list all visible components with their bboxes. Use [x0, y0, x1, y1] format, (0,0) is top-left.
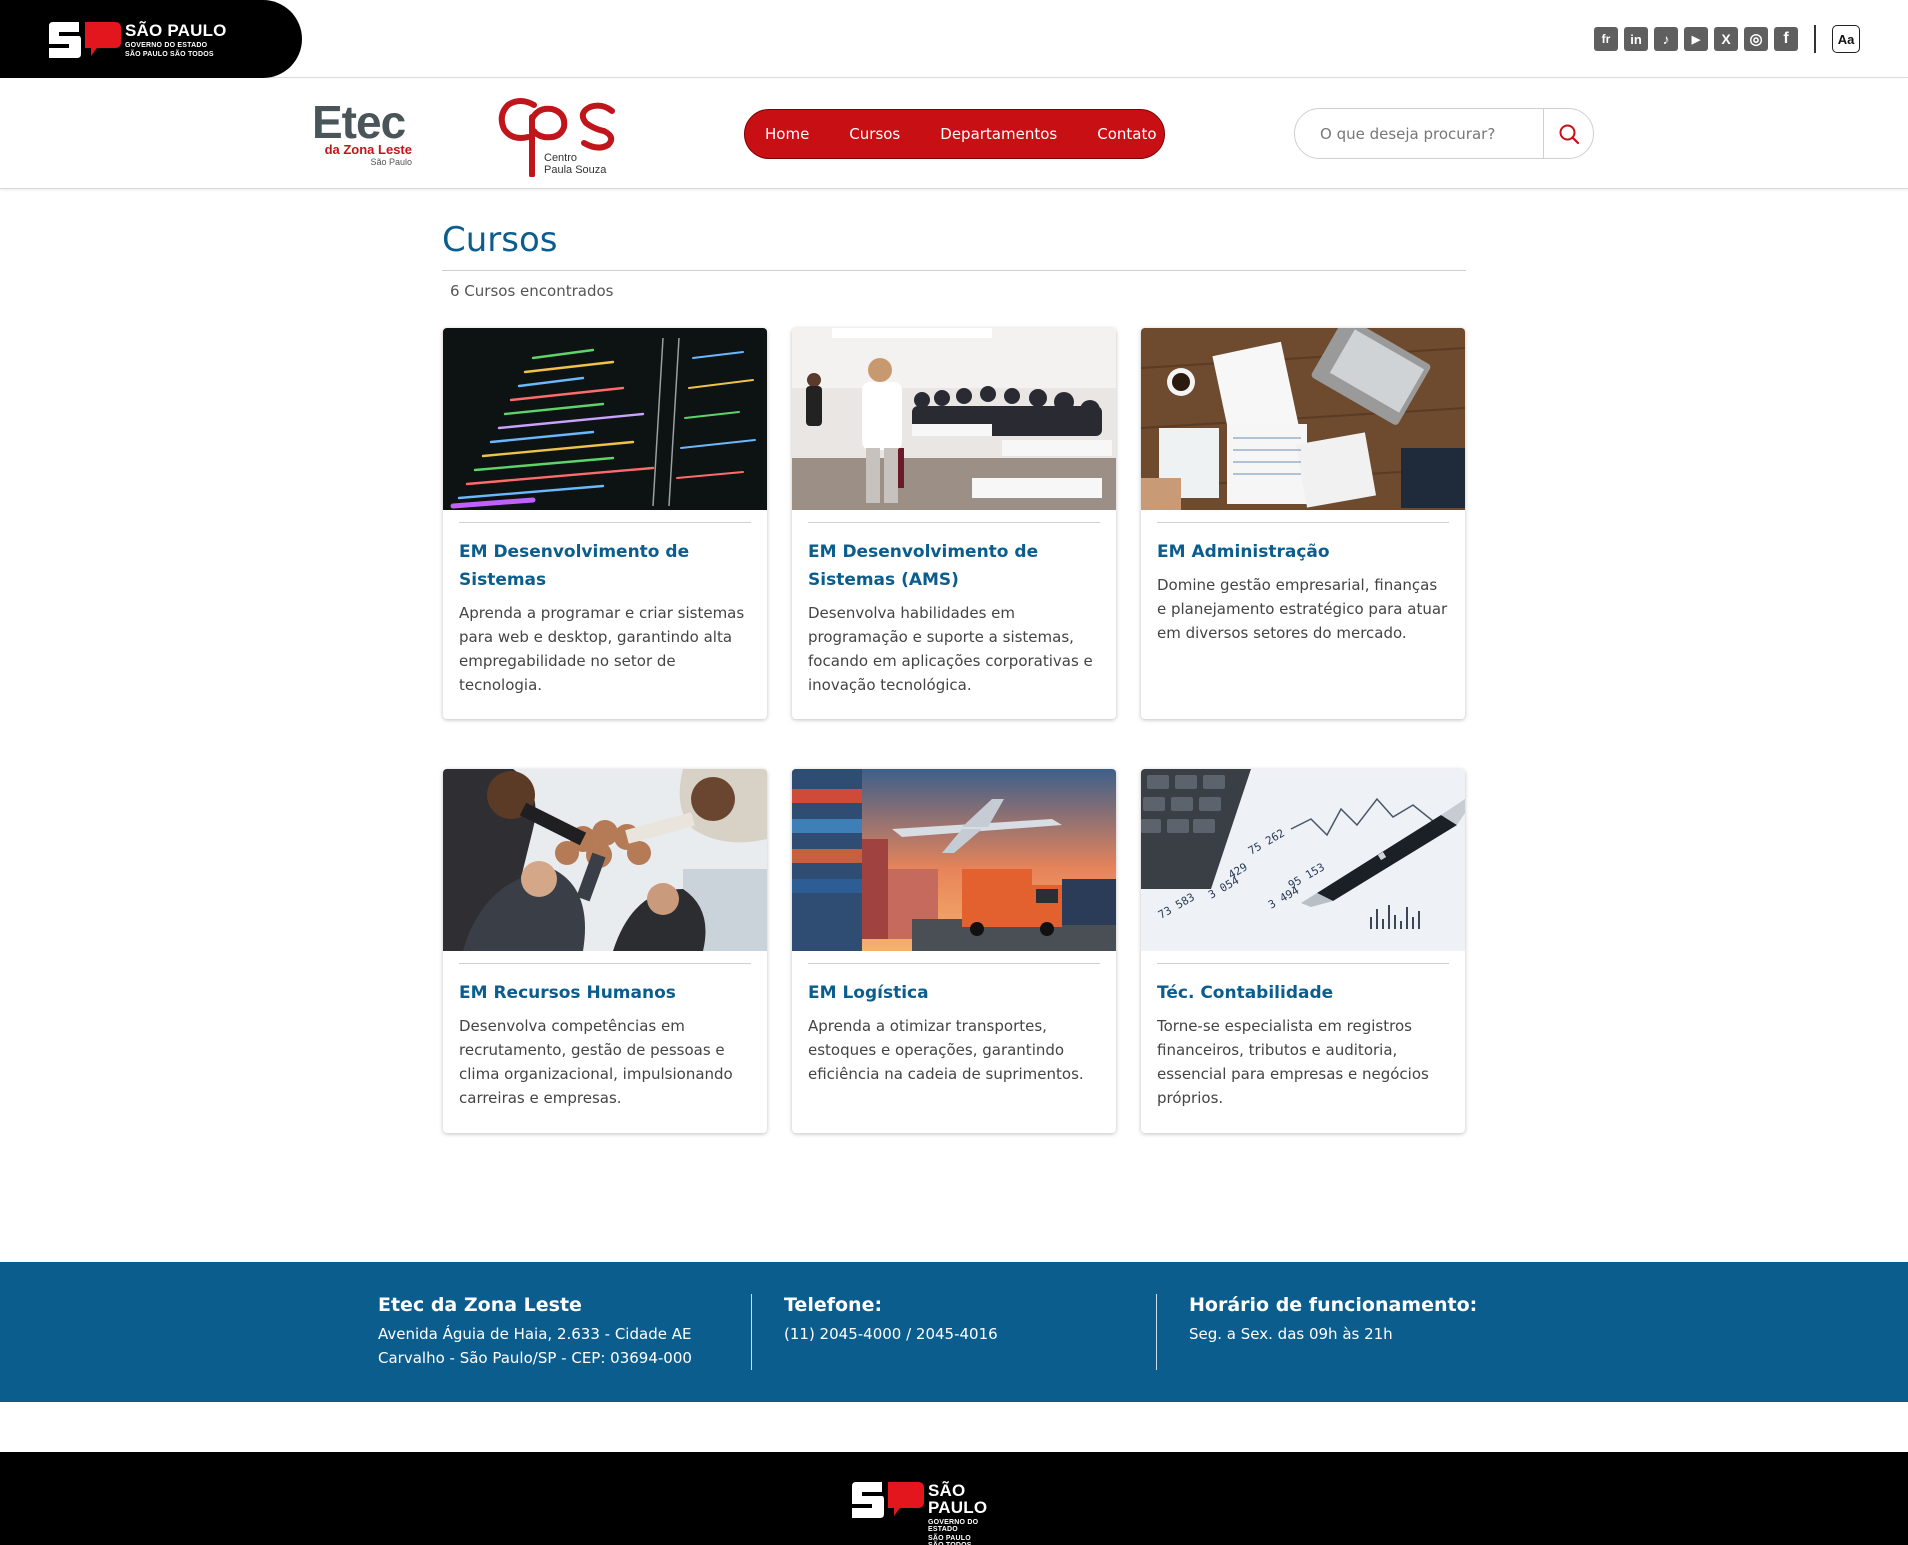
nav-cursos[interactable]: Cursos — [849, 125, 900, 143]
course-card[interactable]: EM Recursos Humanos Desenvolva competênc… — [443, 769, 767, 1133]
footer-address-line2: Carvalho - São Paulo/SP - CEP: 03694-000 — [378, 1349, 692, 1367]
course-image-business — [1141, 328, 1465, 510]
toolbar-divider — [1814, 25, 1816, 53]
course-title[interactable]: Téc. Contabilidade — [1157, 979, 1449, 1007]
card-divider — [808, 522, 1100, 523]
nav-departamentos[interactable]: Departamentos — [940, 125, 1057, 143]
gov-title: SÃO PAULO — [928, 1481, 988, 1517]
gov-bottom-bar: SÃO PAULO GOVERNO DO ESTADO SÃO PAULO SÃ… — [0, 1452, 1908, 1545]
gov-slogan: SÃO PAULO SÃO TODOS — [125, 51, 214, 58]
footer-hours-title: Horário de funcionamento: — [1189, 1294, 1478, 1316]
etec-logo-city: São Paulo — [370, 157, 412, 167]
course-description: Aprenda a programar e criar sistemas par… — [459, 604, 745, 694]
search-icon — [1559, 124, 1579, 144]
title-divider — [442, 270, 1466, 271]
footer-phone: Telefone: (11) 2045-4000 / 2045-4016 — [784, 1294, 998, 1346]
course-description: Desenvolva competências em recrutamento,… — [459, 1017, 733, 1107]
cps-logo-mark-icon: Centro Paula Souza — [498, 98, 615, 178]
site-footer: Etec da Zona Leste Avenida Águia de Haia… — [0, 1262, 1908, 1402]
linkedin-icon[interactable]: in — [1624, 27, 1648, 51]
footer-address: Etec da Zona Leste Avenida Águia de Haia… — [378, 1294, 692, 1370]
course-card[interactable]: 3 054 429 75 262 3 494 95 153 73 583 Téc… — [1141, 769, 1465, 1133]
course-description: Domine gestão empresarial, finanças e pl… — [1157, 576, 1448, 642]
course-image-classroom — [792, 328, 1116, 510]
cps-logo-text1: Centro — [544, 152, 577, 164]
sp-logo-mark-icon — [852, 1482, 924, 1518]
course-description: Aprenda a otimizar transportes, estoques… — [808, 1017, 1084, 1083]
nav-home[interactable]: Home — [765, 125, 809, 143]
search-input[interactable] — [1295, 109, 1543, 158]
page-title: Cursos — [442, 220, 558, 260]
footer-address-line1: Avenida Águia de Haia, 2.633 - Cidade AE — [378, 1325, 692, 1343]
gov-subtitle: GOVERNO DO ESTADO — [125, 42, 208, 49]
course-title[interactable]: EM Desenvolvimento de Sistemas — [459, 538, 751, 594]
etec-logo[interactable]: Etec da Zona Leste São Paulo — [312, 96, 416, 167]
course-title[interactable]: EM Administração — [1157, 538, 1449, 566]
footer-phone-title: Telefone: — [784, 1294, 883, 1316]
x-icon[interactable]: X — [1714, 27, 1738, 51]
cps-logo[interactable]: Centro Paula Souza — [494, 93, 624, 178]
course-card[interactable]: EM Logística Aprenda a otimizar transpor… — [792, 769, 1116, 1133]
etec-logo-name: Etec — [312, 96, 406, 148]
search-button[interactable] — [1543, 109, 1593, 158]
card-divider — [459, 963, 751, 964]
footer-divider — [1156, 1294, 1157, 1370]
card-divider — [808, 963, 1100, 964]
gov-slogan: SÃO PAULO SÃO TODOS — [928, 1535, 971, 1545]
course-card[interactable]: EM Desenvolvimento de Sistemas (AMS) Des… — [792, 328, 1116, 719]
course-title[interactable]: EM Desenvolvimento de Sistemas (AMS) — [808, 538, 1100, 594]
gov-top-bar: SÃO PAULO GOVERNO DO ESTADO SÃO PAULO SÃ… — [0, 0, 1908, 78]
facebook-icon[interactable]: f — [1774, 27, 1798, 51]
gov-title: SÃO PAULO — [125, 21, 227, 40]
footer-phone-number[interactable]: (11) 2045-4000 / 2045-4016 — [784, 1322, 998, 1346]
main-nav: Home Cursos Departamentos Contato — [744, 109, 1165, 159]
footer-school-title: Etec da Zona Leste — [378, 1294, 582, 1316]
course-card[interactable]: EM Desenvolvimento de Sistemas Aprenda a… — [443, 328, 767, 719]
site-header: Etec da Zona Leste São Paulo Centro Paul… — [0, 79, 1908, 189]
course-image-logistics — [792, 769, 1116, 951]
etec-logo-sub: da Zona Leste — [324, 142, 412, 157]
social-links: fr in ♪ ▶ X ◎ f — [1594, 27, 1798, 51]
card-divider — [1157, 522, 1449, 523]
flickr-icon[interactable]: fr — [1594, 27, 1618, 51]
gov-sp-logo[interactable]: SÃO PAULO GOVERNO DO ESTADO SÃO PAULO SÃ… — [0, 0, 302, 78]
course-image-team — [443, 769, 767, 951]
tiktok-icon[interactable]: ♪ — [1654, 27, 1678, 51]
sp-logo-mark-icon — [49, 22, 121, 58]
youtube-icon[interactable]: ▶ — [1684, 27, 1708, 51]
course-description: Desenvolva habilidades em programação e … — [808, 604, 1093, 694]
results-count: 6 Cursos encontrados — [450, 282, 614, 300]
course-title[interactable]: EM Recursos Humanos — [459, 979, 751, 1007]
footer-divider — [751, 1294, 752, 1370]
cps-logo-text2: Paula Souza — [544, 164, 607, 176]
instagram-icon[interactable]: ◎ — [1744, 27, 1768, 51]
card-divider — [1157, 963, 1449, 964]
footer-hours: Horário de funcionamento: Seg. a Sex. da… — [1189, 1294, 1477, 1346]
course-card[interactable]: EM Administração Domine gestão empresari… — [1141, 328, 1465, 719]
footer-hours-text: Seg. a Sex. das 09h às 21h — [1189, 1325, 1393, 1343]
course-image-code — [443, 328, 767, 510]
gov-subtitle: GOVERNO DO ESTADO — [928, 1519, 979, 1533]
search-box — [1294, 108, 1594, 159]
font-size-button[interactable]: Aa — [1832, 25, 1860, 53]
course-description: Torne-se especialista em registros finan… — [1157, 1017, 1429, 1107]
course-title[interactable]: EM Logística — [808, 979, 1100, 1007]
course-image-accounting: 3 054 429 75 262 3 494 95 153 73 583 — [1141, 769, 1465, 951]
nav-contato[interactable]: Contato — [1097, 125, 1156, 143]
card-divider — [459, 522, 751, 523]
